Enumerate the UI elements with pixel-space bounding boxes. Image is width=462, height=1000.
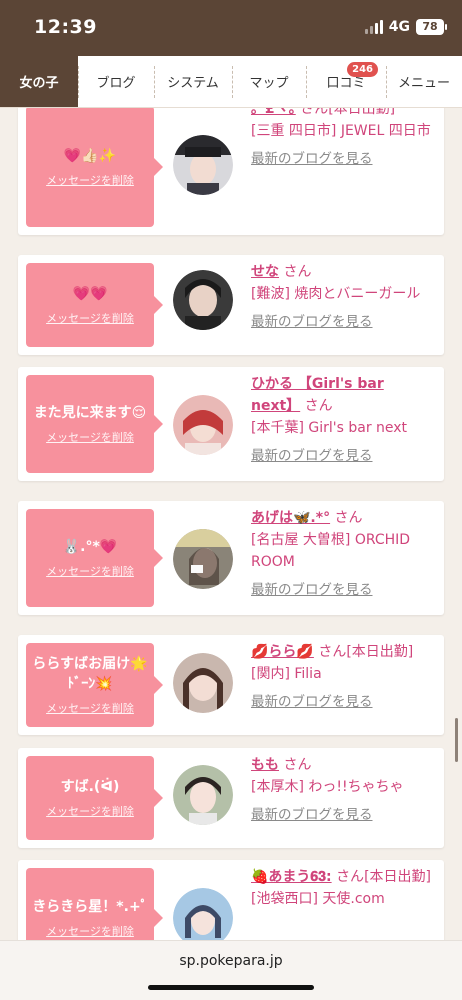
avatar[interactable] [173,765,233,825]
view-latest-blog-link[interactable]: 最新のブログを見る [251,804,437,826]
girl-info: ひかる 【Girl's bar next】 さん [本千葉] Girl's ba… [251,373,437,467]
signal-icon [364,20,383,34]
avatar[interactable] [173,395,233,455]
list-item: 🐰.°*💗 メッセージを削除 あげは🦋.*° さん [名古屋 大曽根] ORCH… [18,501,444,615]
message-text: 💗💗 [72,286,108,302]
honorific: さん [300,108,329,117]
status-bar: 12:39 4G 78 [0,0,462,56]
girl-name-link[interactable]: ｡ﾟ£ヽ｡ [251,108,296,117]
shop-info: [関内] Filia [251,666,322,682]
tab-girls[interactable]: 女の子 [0,56,78,107]
delete-message-link[interactable]: メッセージを削除 [46,310,134,326]
message-bubble: また見に来ます😌 メッセージを削除 [26,375,163,473]
tab-label: メニュー [397,76,450,91]
delete-message-link[interactable]: メッセージを削除 [46,700,134,716]
shop-info: [池袋西口] 天使.com [251,891,385,907]
shop-info: [難波] 焼肉とバニーガール [251,286,421,302]
message-text: 🐰.°*💗 [62,539,118,555]
girl-info: ｡ﾟ£ヽ｡ さん[本日出勤] [三重 四日市] JEWEL 四日市 最新のブログ… [251,108,437,170]
message-text: すば.(ᐛ) [60,779,120,795]
honorific: さん [336,869,365,885]
browser-url-bar[interactable]: sp.pokepara.jp [0,940,462,1000]
shop-info: [名古屋 大曽根] ORCHID ROOM [251,532,411,570]
tab-reviews[interactable]: 口コミ 246 [306,56,386,107]
shop-info: [本千葉] Girl's bar next [251,420,408,436]
view-latest-blog-link[interactable]: 最新のブログを見る [251,148,437,170]
honorific: さん [283,757,312,773]
tab-label: ブログ [96,76,136,91]
message-bubble: 💗👍🏻✨ メッセージを削除 [26,108,163,227]
message-bubble: 💗💗 メッセージを削除 [26,263,163,347]
tab-menu[interactable]: メニュー [386,56,462,107]
girl-info: あげは🦋.*° さん [名古屋 大曽根] ORCHID ROOM 最新のブログを… [251,507,437,601]
url-text: sp.pokepara.jp [179,953,283,969]
honorific: さん [304,398,333,414]
message-text: 💗👍🏻✨ [63,147,117,164]
view-latest-blog-link[interactable]: 最新のブログを見る [251,691,437,713]
girl-name-link[interactable]: あげは🦋.*° [251,510,330,526]
message-text: ららすばお届け🌟ﾄﾞｰﾝ💥 [32,656,148,692]
honorific: さん [334,510,363,526]
tab-system[interactable]: システム [154,56,232,107]
tab-map[interactable]: マップ [232,56,306,107]
clock: 12:39 [34,16,97,38]
girl-info: 💋らら💋 さん[本日出勤] [関内] Filia 最新のブログを見る [251,641,437,713]
girl-name-link[interactable]: 🍓あまう𝟔𝟑: [251,869,332,885]
working-today-label: [本日出勤] [328,108,396,117]
tab-bar: 女の子 ブログ システム マップ 口コミ 246 メニュー [0,56,462,108]
honorific: さん [283,264,312,280]
girl-name-link[interactable]: 💋らら💋 [251,644,314,660]
shop-info: [三重 四日市] JEWEL 四日市 [251,123,431,139]
girl-info: 🍓あまう𝟔𝟑: さん[本日出勤] [池袋西口] 天使.com [251,866,437,910]
girl-info: もも さん [本厚木] わっ!!ちゃちゃ 最新のブログを見る [251,754,437,826]
scrollbar[interactable] [455,718,458,762]
honorific: さん [318,644,347,660]
message-bubble: すば.(ᐛ) メッセージを削除 [26,756,163,840]
tab-label: システム [167,76,219,91]
delete-message-link[interactable]: メッセージを削除 [46,429,134,445]
girl-info: せな さん [難波] 焼肉とバニーガール 最新のブログを見る [251,261,437,333]
tab-label: マップ [249,76,289,91]
status-icons: 4G 78 [364,19,447,35]
shop-info: [本厚木] わっ!!ちゃちゃ [251,779,404,795]
girl-name-link[interactable]: せな [251,264,279,280]
view-latest-blog-link[interactable]: 最新のブログを見る [251,445,437,467]
battery-icon: 78 [416,19,447,35]
list-item: きらきら星！*.+ﾟ メッセージを削除 🍓あまう𝟔𝟑: さん[本日出勤] [池袋… [18,860,444,940]
list-item: また見に来ます😌 メッセージを削除 ひかる 【Girl's bar next】 … [18,367,444,481]
girl-name-link[interactable]: もも [251,757,279,773]
view-latest-blog-link[interactable]: 最新のブログを見る [251,579,437,601]
delete-message-link[interactable]: メッセージを削除 [46,803,134,819]
avatar[interactable] [173,135,233,195]
list-item: 💗💗 メッセージを削除 せな さん [難波] 焼肉とバニーガール 最新のブログを… [18,255,444,355]
message-bubble: 🐰.°*💗 メッセージを削除 [26,509,163,607]
delete-message-link[interactable]: メッセージを削除 [46,563,134,579]
message-text: また見に来ます😌 [33,405,147,421]
tab-blog[interactable]: ブログ [78,56,154,107]
list-item: ららすばお届け🌟ﾄﾞｰﾝ💥 メッセージを削除 💋らら💋 さん[本日出勤] [関内… [18,635,444,735]
delete-message-link[interactable]: メッセージを削除 [46,172,134,188]
network-type: 4G [388,19,410,35]
delete-message-link[interactable]: メッセージを削除 [46,923,134,939]
home-indicator[interactable] [148,985,314,990]
working-today-label: [本日出勤] [346,644,414,660]
avatar[interactable] [173,888,233,940]
working-today-label: [本日出勤] [364,869,431,885]
message-list: 💗👍🏻✨ メッセージを削除 ｡ﾟ£ヽ｡ さん[本日出勤] [三重 四日市] JE… [0,108,462,940]
avatar[interactable] [173,270,233,330]
message-text: きらきら星！*.+ﾟ [32,899,148,915]
message-bubble: ららすばお届け🌟ﾄﾞｰﾝ💥 メッセージを削除 [26,643,163,727]
tab-label: 女の子 [19,76,59,91]
view-latest-blog-link[interactable]: 最新のブログを見る [251,311,437,333]
list-item: すば.(ᐛ) メッセージを削除 もも さん [本厚木] わっ!!ちゃちゃ 最新の… [18,748,444,848]
avatar[interactable] [173,529,233,589]
review-count-badge: 246 [347,62,378,77]
list-item: 💗👍🏻✨ メッセージを削除 ｡ﾟ£ヽ｡ さん[本日出勤] [三重 四日市] JE… [18,108,444,235]
message-bubble: きらきら星！*.+ﾟ メッセージを削除 [26,868,163,940]
avatar[interactable] [173,653,233,713]
